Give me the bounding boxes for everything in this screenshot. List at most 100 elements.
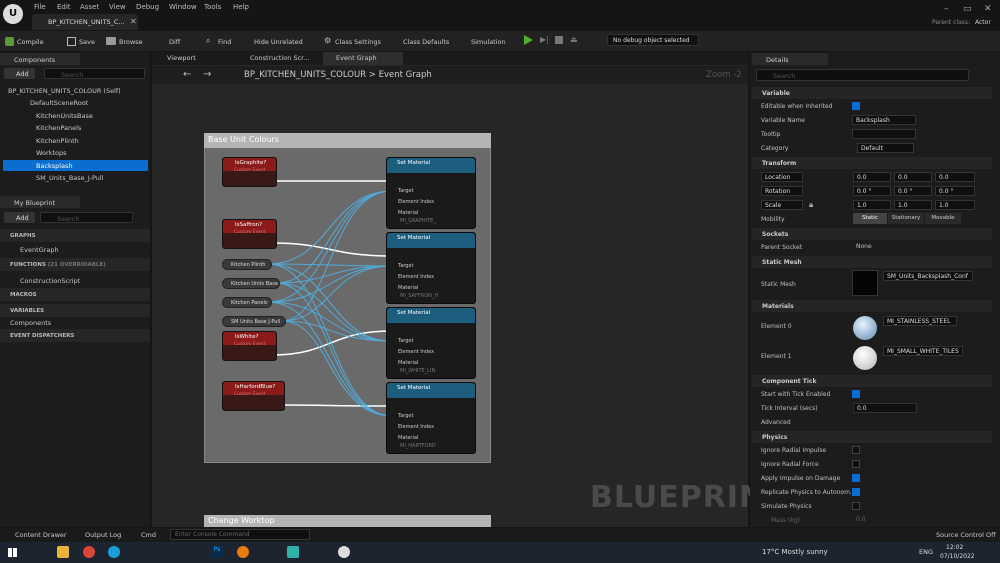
physics-checkbox[interactable] bbox=[852, 446, 860, 454]
console-input[interactable]: Enter Console Command bbox=[170, 529, 310, 540]
rotation-y[interactable]: 0.0 ° bbox=[894, 186, 932, 196]
physics-checkbox[interactable] bbox=[852, 488, 860, 496]
element1-select[interactable]: MI_SMALL_WHITE_TILES bbox=[883, 346, 963, 356]
element0-select[interactable]: MI_STAINLESS_STEEL bbox=[883, 316, 957, 326]
editable-checkbox[interactable] bbox=[852, 102, 860, 110]
file-explorer-icon[interactable] bbox=[57, 546, 69, 558]
mobility-label: Mobility bbox=[761, 216, 785, 223]
unreal-taskbar-icon[interactable] bbox=[338, 546, 350, 558]
location-z[interactable]: 0.0 bbox=[935, 172, 975, 182]
mobility-static[interactable]: Static bbox=[853, 213, 887, 224]
pin-element-index[interactable]: Element Index bbox=[398, 424, 434, 430]
variable-name-label: Variable Name bbox=[761, 117, 805, 124]
material-value[interactable]: MI_SAFFRON_H bbox=[400, 293, 438, 299]
details-tab[interactable]: Details bbox=[752, 53, 828, 65]
var-kitchen-units-base[interactable]: Kitchen Units Base bbox=[222, 278, 280, 289]
tick-interval-input[interactable]: 0.0 bbox=[853, 403, 917, 413]
physics-item: Simulate Physics bbox=[761, 503, 812, 510]
clock-time[interactable]: 12:02 bbox=[946, 544, 963, 551]
physics-checkbox[interactable] bbox=[852, 474, 860, 482]
windows-start-icon[interactable] bbox=[8, 548, 17, 557]
component-tick-section[interactable]: Component Tick bbox=[752, 375, 992, 387]
rotation-x[interactable]: 0.0 ° bbox=[853, 186, 891, 196]
node-title: Set Material bbox=[387, 308, 475, 323]
category-select[interactable]: Default bbox=[857, 143, 914, 153]
pin-target[interactable]: Target bbox=[398, 188, 413, 194]
start-tick-checkbox[interactable] bbox=[852, 390, 860, 398]
app-3-icon[interactable] bbox=[287, 546, 299, 558]
weather-widget[interactable]: 17°C Mostly sunny bbox=[762, 548, 828, 556]
static-mesh-label: Static Mesh bbox=[761, 281, 796, 288]
sockets-section[interactable]: Sockets bbox=[752, 228, 992, 240]
var-sm-units-base[interactable]: SM Units Base J-Pull bbox=[222, 316, 286, 327]
physics-item: Ignore Radial Impulse bbox=[761, 447, 827, 454]
transform-section[interactable]: Transform bbox=[752, 157, 992, 169]
physics-item: Replicate Physics to Autonom... bbox=[761, 489, 856, 496]
event-sub: Custom Event bbox=[234, 168, 266, 173]
event-sub: Custom Event bbox=[234, 392, 266, 397]
output-log-button[interactable]: Output Log bbox=[85, 531, 121, 539]
mass-label: Mass (kg) bbox=[771, 517, 800, 524]
lock-icon[interactable]: 🔒︎ bbox=[809, 200, 813, 210]
blender-icon[interactable] bbox=[237, 546, 249, 558]
element0-label: Element 0 bbox=[761, 323, 792, 330]
source-control-button[interactable]: Source Control Off bbox=[936, 531, 996, 539]
static-mesh-section[interactable]: Static Mesh bbox=[752, 256, 992, 268]
variable-name-input[interactable]: Backsplash bbox=[852, 115, 916, 125]
event-sub: Custom Event bbox=[234, 342, 266, 347]
pin-material[interactable]: Material bbox=[398, 435, 418, 441]
advanced-toggle[interactable]: Advanced bbox=[761, 419, 791, 426]
photoshop-icon[interactable]: Ps bbox=[211, 546, 223, 558]
tick-interval-label: Tick Interval (secs) bbox=[761, 405, 818, 412]
mesh-thumbnail[interactable] bbox=[852, 270, 878, 296]
language-indicator[interactable]: ENG bbox=[919, 548, 933, 556]
material-thumbnail-0[interactable] bbox=[853, 316, 877, 340]
scale-z[interactable]: 1.0 bbox=[935, 200, 975, 210]
materials-section[interactable]: Materials bbox=[752, 300, 992, 312]
material-value[interactable]: MI_WHITE_LIN bbox=[400, 368, 435, 374]
content-drawer-button[interactable]: Content Drawer bbox=[15, 531, 67, 539]
event-sub: Custom Event bbox=[234, 230, 266, 235]
pin-material[interactable]: Material bbox=[398, 210, 418, 216]
rotation-dropdown[interactable]: Rotation bbox=[761, 186, 803, 196]
static-mesh-select[interactable]: SM_Units_Backsplash_Conf bbox=[883, 271, 973, 281]
pin-material[interactable]: Material bbox=[398, 285, 418, 291]
mass-value[interactable]: 0.0 bbox=[856, 516, 866, 523]
scale-x[interactable]: 1.0 bbox=[853, 200, 891, 210]
pin-element-index[interactable]: Element Index bbox=[398, 274, 434, 280]
windows-taskbar bbox=[0, 542, 1000, 563]
node-title: Set Material bbox=[387, 233, 475, 248]
rotation-z[interactable]: 0.0 ° bbox=[935, 186, 975, 196]
scale-dropdown[interactable]: Scale bbox=[761, 200, 803, 210]
physics-checkbox[interactable] bbox=[852, 502, 860, 510]
mobility-movable[interactable]: Movable bbox=[925, 213, 961, 224]
location-dropdown[interactable]: Location bbox=[761, 172, 803, 182]
details-search-input[interactable]: Search bbox=[756, 69, 969, 81]
parent-socket-label: Parent Socket bbox=[761, 244, 803, 251]
location-x[interactable]: 0.0 bbox=[853, 172, 891, 182]
parent-socket-value[interactable]: None bbox=[856, 243, 872, 250]
pin-material[interactable]: Material bbox=[398, 360, 418, 366]
chrome-icon[interactable] bbox=[83, 546, 95, 558]
pin-target[interactable]: Target bbox=[398, 263, 413, 269]
pin-target[interactable]: Target bbox=[398, 338, 413, 344]
clock-date[interactable]: 07/10/2022 bbox=[940, 553, 975, 560]
pin-element-index[interactable]: Element Index bbox=[398, 199, 434, 205]
variable-section[interactable]: Variable bbox=[752, 87, 992, 99]
cmd-button[interactable]: Cmd bbox=[141, 531, 156, 539]
material-thumbnail-1[interactable] bbox=[853, 346, 877, 370]
edge-icon[interactable] bbox=[108, 546, 120, 558]
physics-checkbox[interactable] bbox=[852, 460, 860, 468]
var-kitchen-plinth[interactable]: Kitchen Plinth bbox=[222, 259, 272, 270]
physics-section[interactable]: Physics bbox=[752, 431, 992, 443]
material-value[interactable]: MI_HARTFORD bbox=[400, 443, 436, 449]
scale-y[interactable]: 1.0 bbox=[894, 200, 932, 210]
tooltip-input[interactable] bbox=[852, 129, 916, 139]
location-y[interactable]: 0.0 bbox=[894, 172, 932, 182]
pin-element-index[interactable]: Element Index bbox=[398, 349, 434, 355]
material-value[interactable]: MI_GRAPHITE_ bbox=[400, 218, 436, 224]
var-kitchen-panels[interactable]: Kitchen Panels bbox=[222, 297, 272, 308]
mobility-stationary[interactable]: Stationary bbox=[888, 213, 924, 224]
physics-item: Ignore Radial Force bbox=[761, 461, 819, 468]
pin-target[interactable]: Target bbox=[398, 413, 413, 419]
